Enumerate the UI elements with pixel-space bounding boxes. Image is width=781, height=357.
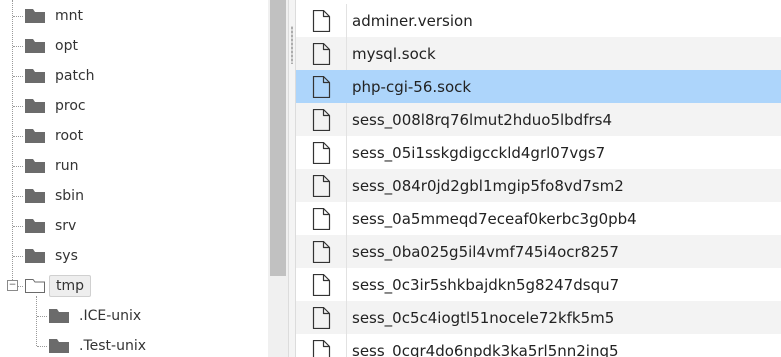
file-icon bbox=[312, 208, 331, 230]
folder-tree: mnt opt patch proc root run sbin srv sys… bbox=[0, 0, 268, 357]
file-icon bbox=[312, 109, 331, 131]
file-row[interactable]: adminer.version bbox=[296, 4, 781, 37]
column-divider bbox=[346, 103, 347, 136]
file-name: mysql.sock bbox=[352, 45, 436, 63]
file-icon-cell bbox=[296, 334, 346, 357]
tree-item-mnt[interactable]: mnt bbox=[0, 1, 268, 31]
file-icon-cell bbox=[296, 70, 346, 103]
folder-icon bbox=[25, 9, 45, 23]
file-icon bbox=[312, 10, 331, 32]
tree-scrollbar[interactable] bbox=[268, 0, 288, 357]
tree-item-label: patch bbox=[55, 68, 95, 84]
folder-icon bbox=[25, 129, 45, 143]
folder-icon bbox=[25, 159, 45, 173]
column-divider bbox=[346, 4, 347, 37]
file-list: adminer.version mysql.sock php-cgi-56.so… bbox=[296, 0, 781, 357]
column-divider bbox=[346, 169, 347, 202]
file-name: sess_008l8rq76lmut2hduo5lbdfrs4 bbox=[352, 111, 613, 129]
tree-item-label: srv bbox=[55, 218, 77, 234]
folder-icon bbox=[25, 189, 45, 203]
splitter-grip-icon bbox=[291, 26, 293, 64]
file-icon-cell bbox=[296, 4, 346, 37]
file-row[interactable]: mysql.sock bbox=[296, 37, 781, 70]
file-row[interactable]: sess_008l8rq76lmut2hduo5lbdfrs4 bbox=[296, 103, 781, 136]
tree-item-label: root bbox=[55, 128, 84, 144]
file-icon-cell bbox=[296, 235, 346, 268]
file-name: sess_0c5c4iogtl51nocele72kfk5m5 bbox=[352, 309, 615, 327]
file-icon bbox=[312, 274, 331, 296]
tree-scrollbar-thumb[interactable] bbox=[270, 0, 286, 276]
file-icon-cell bbox=[296, 202, 346, 235]
tree-item-opt[interactable]: opt bbox=[0, 31, 268, 61]
tree-item-tmp[interactable]: − tmp bbox=[0, 271, 268, 301]
tree-item-proc[interactable]: proc bbox=[0, 91, 268, 121]
tree-item-patch[interactable]: patch bbox=[0, 61, 268, 91]
file-icon-cell bbox=[296, 268, 346, 301]
column-divider bbox=[346, 136, 347, 169]
file-icon-cell bbox=[296, 103, 346, 136]
tree-item-label: proc bbox=[55, 98, 86, 114]
file-icon-cell bbox=[296, 301, 346, 334]
file-icon bbox=[312, 142, 331, 164]
folder-icon bbox=[25, 99, 45, 113]
file-name: sess_0a5mmeqd7eceaf0kerbc3g0pb4 bbox=[352, 210, 637, 228]
column-divider bbox=[346, 301, 347, 334]
file-row[interactable]: sess_05i1sskgdigcckld4grl07vgs7 bbox=[296, 136, 781, 169]
tree-item-root[interactable]: root bbox=[0, 121, 268, 151]
file-row[interactable]: sess_084r0jd2gbl1mgip5fo8vd7sm2 bbox=[296, 169, 781, 202]
tree-item-srv[interactable]: srv bbox=[0, 211, 268, 241]
pane-splitter[interactable] bbox=[288, 0, 296, 357]
file-name: php-cgi-56.sock bbox=[352, 78, 472, 96]
folder-icon bbox=[49, 309, 69, 323]
file-row[interactable]: sess_0c3ir5shkbajdkn5g8247dsqu7 bbox=[296, 268, 781, 301]
tree-item-label: .Test-unix bbox=[79, 338, 146, 354]
file-icon bbox=[312, 43, 331, 65]
column-divider bbox=[346, 37, 347, 70]
column-divider bbox=[346, 202, 347, 235]
tree-item-test-unix[interactable]: .Test-unix bbox=[0, 331, 268, 357]
file-name: sess_0cqr4do6npdk3ka5rl5nn2inq5 bbox=[352, 342, 619, 357]
collapse-toggle-icon[interactable]: − bbox=[7, 280, 18, 291]
tree-item-label: sbin bbox=[55, 188, 84, 204]
tree-item-label: mnt bbox=[55, 8, 83, 24]
file-row-selected[interactable]: php-cgi-56.sock bbox=[296, 70, 781, 103]
tree-item-sys[interactable]: sys bbox=[0, 241, 268, 271]
tree-item-label: opt bbox=[55, 38, 78, 54]
folder-icon bbox=[49, 339, 69, 353]
file-icon-cell bbox=[296, 169, 346, 202]
tree-item-ice-unix[interactable]: .ICE-unix bbox=[0, 301, 268, 331]
file-icon bbox=[312, 175, 331, 197]
file-name: sess_0c3ir5shkbajdkn5g8247dsqu7 bbox=[352, 276, 620, 294]
file-name: sess_084r0jd2gbl1mgip5fo8vd7sm2 bbox=[352, 177, 624, 195]
file-icon-cell bbox=[296, 37, 346, 70]
column-divider bbox=[346, 235, 347, 268]
tree-item-run[interactable]: run bbox=[0, 151, 268, 181]
folder-icon bbox=[25, 219, 45, 233]
file-icon-cell bbox=[296, 136, 346, 169]
folder-icon bbox=[25, 69, 45, 83]
folder-icon bbox=[25, 39, 45, 53]
file-name: sess_05i1sskgdigcckld4grl07vgs7 bbox=[352, 144, 606, 162]
file-icon bbox=[312, 76, 331, 98]
file-row[interactable]: sess_0a5mmeqd7eceaf0kerbc3g0pb4 bbox=[296, 202, 781, 235]
file-icon bbox=[312, 241, 331, 263]
file-row[interactable]: sess_0c5c4iogtl51nocele72kfk5m5 bbox=[296, 301, 781, 334]
tree-item-label: .ICE-unix bbox=[79, 308, 142, 324]
tree-item-sbin[interactable]: sbin bbox=[0, 181, 268, 211]
file-row[interactable]: sess_0ba025g5il4vmf745i4ocr8257 bbox=[296, 235, 781, 268]
file-icon bbox=[312, 307, 331, 329]
tree-item-label: tmp bbox=[49, 275, 92, 297]
file-row[interactable]: sess_0cqr4do6npdk3ka5rl5nn2inq5 bbox=[296, 334, 781, 357]
tree-item-label: sys bbox=[55, 248, 78, 264]
file-name: sess_0ba025g5il4vmf745i4ocr8257 bbox=[352, 243, 619, 261]
column-divider bbox=[346, 334, 347, 357]
file-name: adminer.version bbox=[352, 12, 473, 30]
file-icon bbox=[312, 340, 331, 357]
open-folder-icon bbox=[25, 279, 45, 293]
folder-icon bbox=[25, 249, 45, 263]
tree-item-label: run bbox=[55, 158, 79, 174]
column-divider bbox=[346, 268, 347, 301]
